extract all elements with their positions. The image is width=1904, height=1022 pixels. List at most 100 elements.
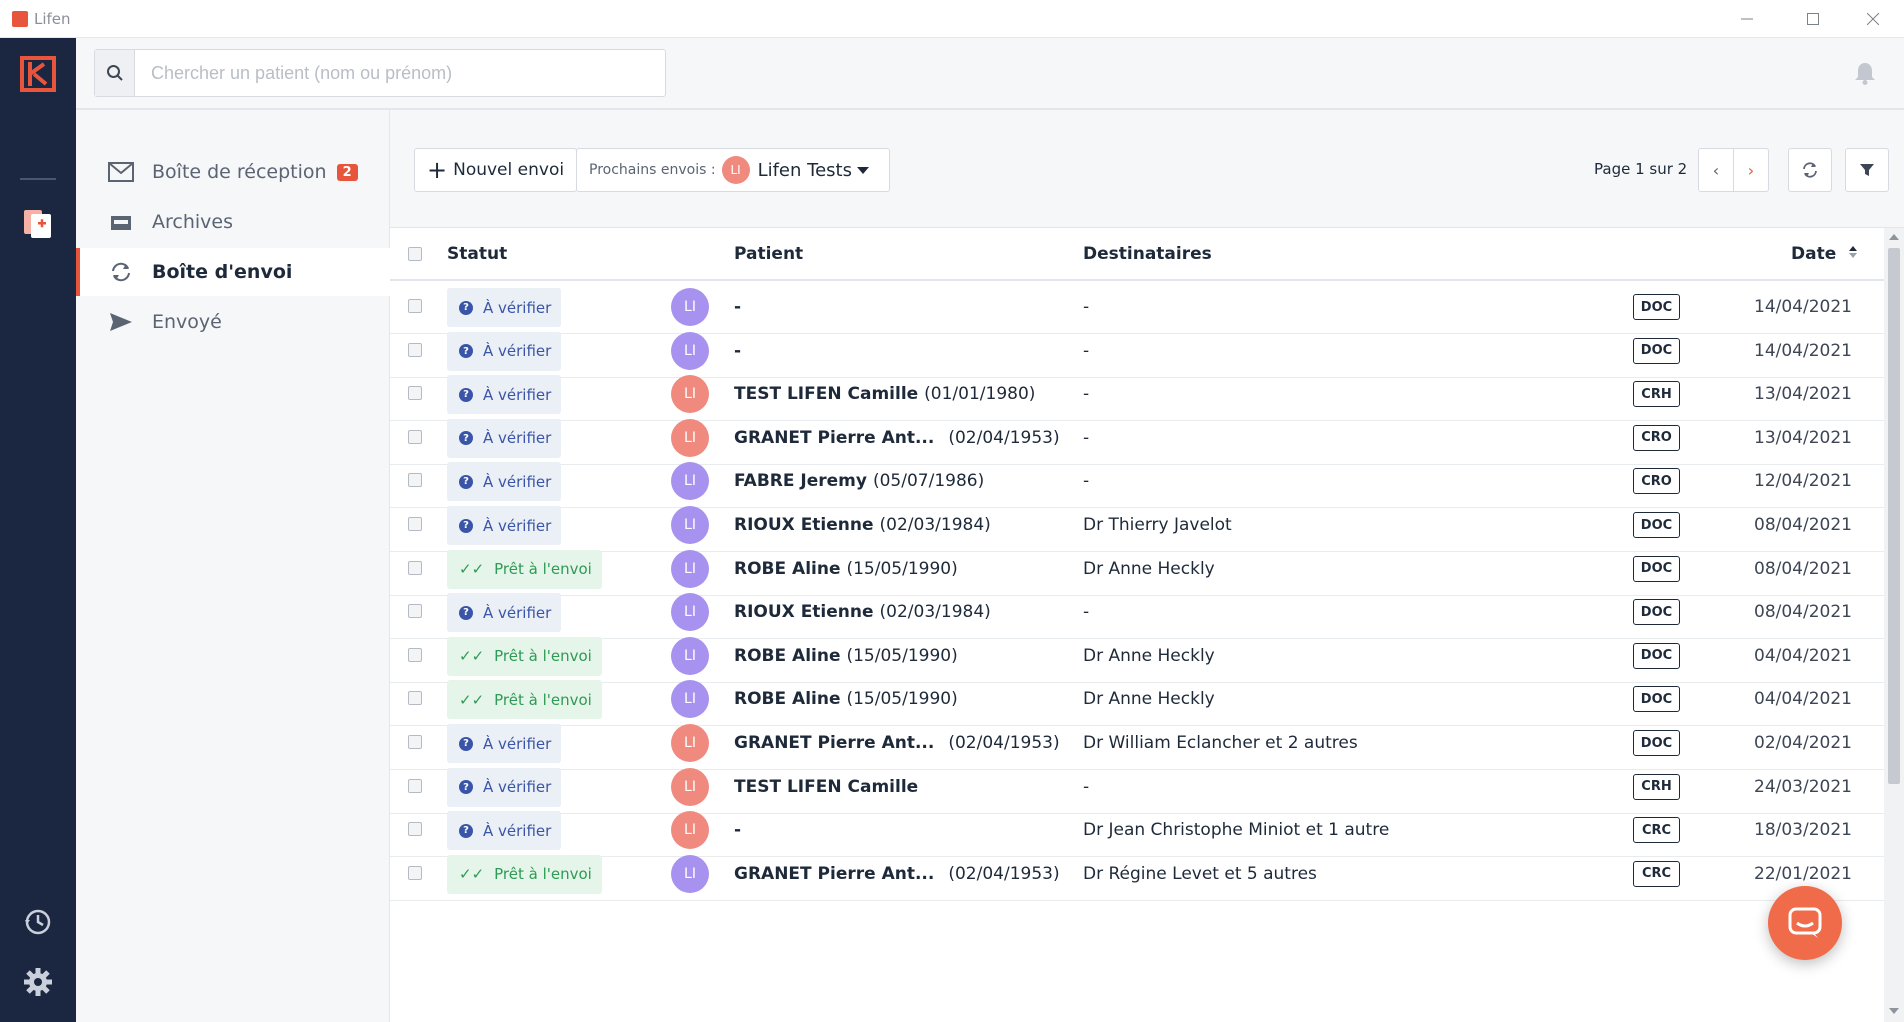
row-checkbox[interactable] — [408, 429, 422, 444]
recipients-cell: - — [1083, 602, 1090, 623]
avatar: LI — [671, 767, 709, 806]
date-cell: 08/04/2021 — [1754, 602, 1852, 623]
status-badge[interactable]: ? À vérifier — [447, 462, 562, 502]
status-badge[interactable]: ? À vérifier — [447, 375, 562, 415]
list-toolbar: + Nouvel envoi Prochains envois : LI Lif… — [390, 110, 1904, 228]
sidebar-item-archives[interactable]: Archives — [76, 198, 390, 246]
bell-icon[interactable] — [1852, 60, 1878, 86]
status-label: À vérifier — [483, 603, 552, 622]
row-checkbox[interactable] — [408, 473, 422, 488]
status-badge[interactable]: ✓✓ Prêt à l'envoi — [447, 549, 602, 589]
sidebar-item-sent[interactable]: Envoyé — [76, 298, 390, 346]
status-badge[interactable]: ? À vérifier — [447, 811, 562, 851]
maximize-button[interactable] — [1790, 0, 1836, 38]
double-check-icon: ✓✓ — [459, 865, 485, 884]
row-checkbox[interactable] — [408, 691, 422, 706]
date-cell: 08/04/2021 — [1754, 558, 1852, 579]
date-cell: 02/04/2021 — [1754, 733, 1852, 753]
row-checkbox[interactable] — [408, 822, 422, 837]
document-type-badge: CRO — [1633, 424, 1680, 451]
scroll-down-icon[interactable] — [1889, 1008, 1899, 1014]
sidebar-item-inbox[interactable]: Boîte de réception 2 — [76, 148, 390, 196]
lifen-logo-icon[interactable] — [20, 56, 56, 92]
status-badge[interactable]: ? À vérifier — [447, 331, 562, 371]
patient-cell: GRANET Pierre Ant... (02/04/1953) — [734, 733, 1060, 753]
next-page-button[interactable]: › — [1733, 148, 1769, 192]
gear-icon[interactable] — [22, 966, 54, 998]
row-checkbox[interactable] — [408, 299, 422, 313]
sidebar-item-outbox[interactable]: Boîte d'envoi — [76, 248, 390, 296]
recipients-cell: Dr Thierry Javelot — [1083, 515, 1232, 535]
documents-nav-icon[interactable] — [23, 206, 53, 240]
minimize-button[interactable] — [1724, 0, 1770, 38]
status-badge[interactable]: ? À vérifier — [447, 288, 562, 327]
row-checkbox[interactable] — [408, 342, 422, 357]
upcoming-sends-dropdown[interactable]: Prochains envois : LI Lifen Tests — [576, 148, 890, 192]
status-badge[interactable]: ✓✓ Prêt à l'envoi — [447, 636, 602, 676]
status-badge[interactable]: ✓✓ Prêt à l'envoi — [447, 854, 602, 894]
document-type-badge: DOC — [1633, 337, 1680, 364]
date-cell: 22/01/2021 — [1754, 863, 1852, 884]
row-checkbox[interactable] — [408, 778, 422, 793]
date-cell: 24/03/2021 — [1754, 776, 1852, 797]
row-checkbox[interactable] — [408, 865, 422, 880]
patient-name: GRANET Pierre Ant... — [734, 427, 935, 448]
recipients-cell: Dr Jean Christophe Miniot et 1 autre — [1083, 820, 1390, 841]
avatar: LI — [671, 418, 709, 457]
row-checkbox[interactable] — [408, 735, 422, 749]
status-badge[interactable]: ? À vérifier — [447, 724, 562, 763]
chevron-left-icon: ‹ — [1712, 160, 1720, 180]
patient-search — [94, 49, 666, 97]
status-badge[interactable]: ✓✓ Prêt à l'envoi — [447, 680, 602, 720]
send-icon — [108, 311, 134, 333]
new-send-button[interactable]: + Nouvel envoi — [414, 148, 578, 192]
patient-cell: TEST LIFEN Camille (01/01/1980) — [734, 384, 1035, 404]
upcoming-sends-label: Prochains envois : — [589, 162, 716, 178]
status-badge[interactable]: ? À vérifier — [447, 767, 562, 807]
date-cell: 14/04/2021 — [1754, 297, 1852, 317]
status-badge[interactable]: ? À vérifier — [447, 593, 562, 633]
recipients-cell: - — [1083, 340, 1090, 361]
row-checkbox[interactable] — [408, 386, 422, 401]
refresh-button[interactable] — [1788, 148, 1832, 192]
avatar: LI — [671, 854, 709, 893]
patient-birthdate: (02/03/1984) — [879, 515, 991, 535]
patient-name: RIOUX Etienne — [734, 515, 874, 535]
question-icon: ? — [459, 736, 473, 751]
scrollbar-thumb[interactable] — [1888, 248, 1900, 784]
chat-launcher-button[interactable] — [1768, 886, 1842, 960]
status-badge[interactable]: ? À vérifier — [447, 506, 562, 545]
row-checkbox[interactable] — [408, 604, 422, 619]
row-checkbox[interactable] — [408, 560, 422, 575]
previous-page-button[interactable]: ‹ — [1698, 148, 1734, 192]
table-scrollbar[interactable] — [1884, 228, 1904, 1022]
sync-status-icon[interactable] — [22, 906, 54, 938]
sidebar-item-label: Envoyé — [152, 311, 222, 333]
close-icon — [1867, 13, 1879, 25]
column-header-status: Statut — [447, 244, 508, 264]
avatar: LI — [671, 506, 709, 544]
row-checkbox[interactable] — [408, 517, 422, 531]
search-input[interactable] — [135, 50, 665, 96]
select-all-checkbox[interactable] — [408, 247, 422, 261]
sort-icon — [1849, 246, 1858, 258]
filter-button[interactable] — [1845, 148, 1889, 192]
document-type-badge: DOC — [1633, 555, 1680, 582]
avatar: LI — [671, 593, 709, 632]
chat-icon — [1788, 907, 1822, 938]
scroll-up-icon[interactable] — [1889, 234, 1899, 240]
status-label: À vérifier — [483, 472, 552, 491]
search-button[interactable] — [95, 50, 135, 96]
recipients-cell: Dr Anne Heckly — [1083, 689, 1215, 710]
table-row[interactable]: ✓✓ Prêt à l'envoi LI GRANET Pierre Ant... (0… — [390, 848, 1884, 901]
column-header-date[interactable]: Date — [1791, 244, 1858, 264]
close-button[interactable] — [1850, 0, 1896, 38]
status-badge[interactable]: ? À vérifier — [447, 418, 562, 458]
document-type-badge: CRH — [1633, 381, 1680, 408]
row-checkbox[interactable] — [408, 647, 422, 662]
recipients-cell: - — [1083, 297, 1090, 317]
pagination-info: Page 1 sur 2 — [1594, 160, 1688, 178]
question-icon: ? — [459, 780, 473, 795]
new-send-label: Nouvel envoi — [453, 160, 565, 180]
avatar: LI — [671, 680, 709, 719]
